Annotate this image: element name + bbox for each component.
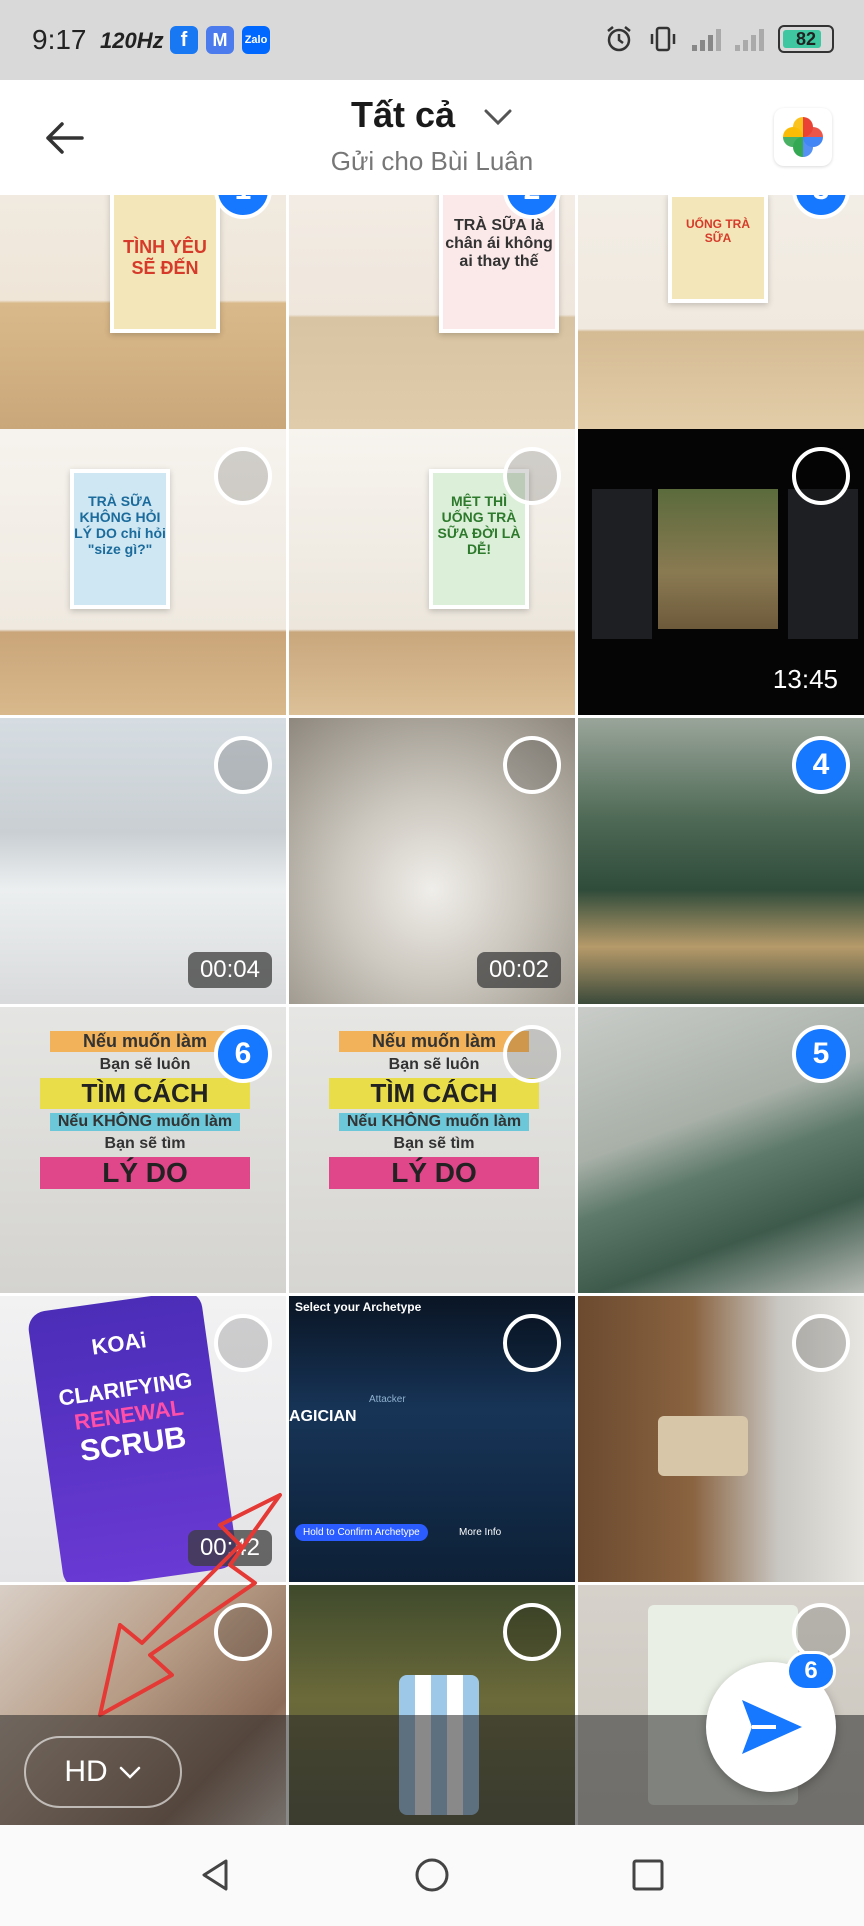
- media-item[interactable]: 00:02: [289, 718, 575, 1004]
- screen-text: Hold to Confirm Archetype: [295, 1524, 428, 1541]
- product-brand: KOAi: [89, 1327, 148, 1360]
- send-icon: [742, 1700, 802, 1754]
- poster-line: TÌM CÁCH: [40, 1078, 250, 1109]
- media-grid: TÌNH YÊU SẼ ĐẾN 1 TRÀ SỮA là chân ái khô…: [0, 195, 864, 1825]
- media-item[interactable]: Nếu muốn làm Bạn sẽ luôn TÌM CÁCH Nếu KH…: [289, 1007, 575, 1293]
- screen-text: Attacker: [369, 1394, 406, 1405]
- selection-badge[interactable]: 6: [214, 1025, 272, 1083]
- signal-icon: [692, 27, 721, 51]
- poster-line: Nếu muốn làm: [50, 1031, 240, 1052]
- poster-line: Nếu muốn làm: [339, 1031, 529, 1052]
- poster: TRÀ SỮA KHÔNG HỎI LÝ DO chỉ hỏi "size gì…: [70, 469, 170, 609]
- poster-line: Bạn sẽ tìm: [393, 1135, 475, 1152]
- video-thumbnail: [658, 489, 778, 629]
- selection-badge[interactable]: 5: [792, 1025, 850, 1083]
- screen-text: AGICIAN: [289, 1408, 357, 1425]
- nav-recents-icon[interactable]: [628, 1855, 668, 1895]
- poster-text: MỆT THÌ UỐNG TRÀ SỮA ĐỜI LÀ DỄ!: [437, 493, 521, 557]
- poster-text: TRÀ SỮA là chân ái không ai thay thế: [445, 217, 553, 270]
- quality-label: HD: [64, 1755, 108, 1788]
- selection-circle[interactable]: [214, 736, 272, 794]
- poster-line: TÌM CÁCH: [329, 1078, 539, 1109]
- recipient-subtitle: Gửi cho Bùi Luân: [330, 146, 534, 176]
- selection-circle[interactable]: [503, 1603, 561, 1661]
- video-panel: [592, 489, 652, 639]
- media-item[interactable]: 4: [578, 718, 864, 1004]
- messenger-icon: M: [206, 26, 234, 54]
- poster-line: LÝ DO: [40, 1157, 250, 1189]
- poster: TÌNH YÊU SẼ ĐẾN: [110, 195, 220, 333]
- video-panel: [788, 489, 858, 639]
- album-selector[interactable]: Tất cả: [0, 94, 864, 136]
- media-item[interactable]: 5: [578, 1007, 864, 1293]
- media-item[interactable]: [578, 1296, 864, 1582]
- vibrate-icon: [650, 26, 676, 52]
- poster-text: UỐNG TRÀ SỮA: [686, 217, 750, 245]
- nav-back-icon[interactable]: [196, 1855, 236, 1895]
- poster-line: Bạn sẽ tìm: [104, 1135, 186, 1152]
- poster-line: Bạn sẽ luôn: [99, 1056, 191, 1073]
- signal-icon-2: [735, 27, 764, 51]
- status-bar: 9:17 120Hz f M Zalo 82: [0, 0, 864, 80]
- video-duration: 00:04: [187, 952, 272, 988]
- alarm-icon: [607, 26, 631, 52]
- battery-level: 82: [795, 28, 817, 49]
- status-time: 9:17: [32, 24, 87, 55]
- poster-line: Nếu KHÔNG muốn làm: [339, 1113, 529, 1131]
- screen-text: Select your Archetype: [295, 1300, 422, 1314]
- poster-line: Bạn sẽ luôn: [388, 1056, 480, 1073]
- quality-selector-button[interactable]: HD: [24, 1736, 182, 1808]
- selected-count-badge: 6: [786, 1651, 836, 1691]
- media-item[interactable]: TRÀ SỮA là chân ái không ai thay thế 2: [289, 195, 575, 429]
- selection-circle[interactable]: [503, 1025, 561, 1083]
- selection-circle[interactable]: [503, 447, 561, 505]
- selection-circle[interactable]: [792, 1314, 850, 1372]
- nav-home-icon[interactable]: [412, 1855, 452, 1895]
- video-duration: 00:02: [476, 952, 561, 988]
- media-item[interactable]: TÌNH YÊU SẼ ĐẾN 1: [0, 195, 286, 429]
- google-photos-icon[interactable]: [774, 108, 832, 166]
- chair: [658, 1416, 748, 1476]
- selection-circle[interactable]: [503, 1314, 561, 1372]
- screen-text: More Info: [459, 1527, 502, 1538]
- media-item[interactable]: Nếu muốn làm Bạn sẽ luôn TÌM CÁCH Nếu KH…: [0, 1007, 286, 1293]
- media-item[interactable]: TRÀ SỮA KHÔNG HỎI LÝ DO chỉ hỏi "size gì…: [0, 429, 286, 715]
- media-item[interactable]: MỆT THÌ UỐNG TRÀ SỮA ĐỜI LÀ DỄ!: [289, 429, 575, 715]
- battery-indicator: 82: [778, 25, 834, 53]
- poster-text: TÌNH YÊU SẼ ĐẾN: [123, 237, 207, 278]
- media-item[interactable]: UỐNG TRÀ SỮA 3: [578, 195, 864, 429]
- poster-line: LÝ DO: [329, 1157, 539, 1189]
- selection-circle[interactable]: [792, 447, 850, 505]
- system-nav-bar: [0, 1825, 864, 1926]
- selection-circle[interactable]: [503, 736, 561, 794]
- media-item[interactable]: Select your Archetype Attacker AGICIAN H…: [289, 1296, 575, 1582]
- annotation-arrow: [98, 1493, 282, 1717]
- media-item[interactable]: 00:04: [0, 718, 286, 1004]
- refresh-rate: 120Hz: [100, 28, 164, 53]
- media-item[interactable]: 13:45: [578, 429, 864, 715]
- zalo-icon: Zalo: [242, 26, 270, 54]
- chevron-down-icon: [484, 109, 512, 126]
- header: Tất cả Gửi cho Bùi Luân: [0, 80, 864, 195]
- album-title: Tất cả: [350, 94, 456, 135]
- chevron-down-icon: [119, 1766, 140, 1779]
- poster: UỐNG TRÀ SỮA: [668, 195, 768, 303]
- selection-circle[interactable]: [214, 447, 272, 505]
- facebook-icon: f: [170, 26, 198, 54]
- poster-text: TRÀ SỮA KHÔNG HỎI LÝ DO chỉ hỏi "size gì…: [74, 493, 166, 557]
- video-duration: 13:45: [772, 664, 838, 694]
- selection-badge[interactable]: 4: [792, 736, 850, 794]
- poster-line: Nếu KHÔNG muốn làm: [50, 1113, 240, 1131]
- selection-circle[interactable]: [214, 1314, 272, 1372]
